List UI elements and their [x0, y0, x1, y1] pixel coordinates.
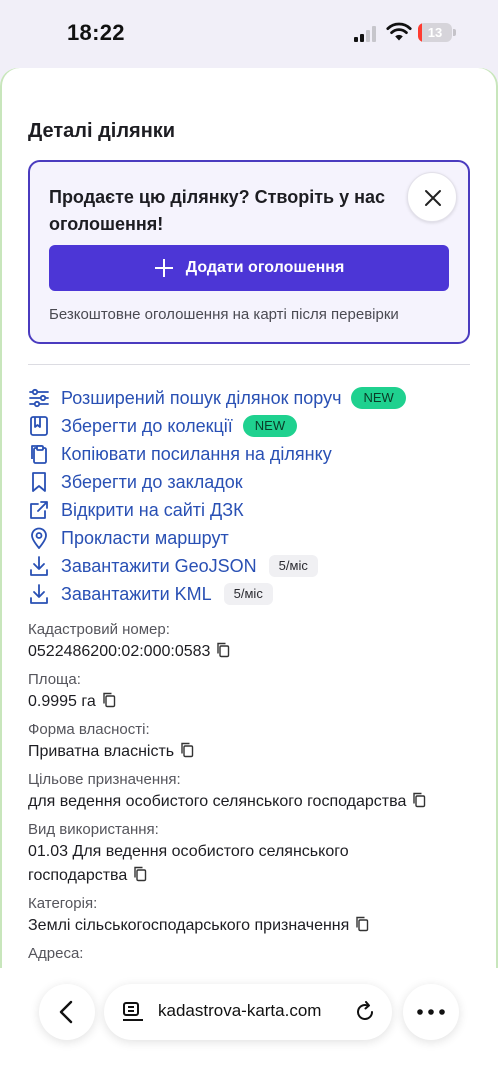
prop-value-cadastral: 0522486200:02:000:0583: [28, 640, 488, 664]
chevron-left-icon: [59, 1000, 73, 1024]
action-label: Розширений пошук ділянок поруч: [61, 387, 342, 408]
cadastral-number: 0522486200:02:000:0583: [28, 643, 211, 660]
prop-value-area: 0.9995 га: [28, 690, 488, 714]
plus-icon: [154, 259, 173, 277]
status-time: 18:22: [67, 20, 125, 45]
area-value: 0.9995 га: [28, 693, 96, 710]
more-button[interactable]: [403, 984, 459, 1040]
prop-label-ownership: Форма власності:: [28, 721, 150, 738]
section-title: Деталі ділянки: [28, 120, 176, 142]
prop-label-purpose: Цільове призначення:: [28, 771, 181, 788]
action-label: Відкрити на сайті ДЗК: [61, 499, 244, 520]
parcel-actions-list: Розширений пошук ділянок поруч NEW Збере…: [28, 384, 470, 608]
usage-value: 01.03 Для ведення особистого селянського…: [28, 843, 349, 884]
promo-text: Продаєте цю ділянку? Створіть у нас огол…: [49, 187, 386, 234]
add-listing-button[interactable]: Додати оголошення: [49, 245, 449, 291]
prop-label-usage: Вид використання:: [28, 821, 159, 838]
action-save-collection[interactable]: Зберегти до колекції NEW: [28, 412, 470, 440]
more-dots-icon: [417, 1009, 445, 1015]
prop-value-category: Землі сільськогосподарського призначення: [28, 914, 488, 938]
copy-icon[interactable]: [412, 792, 426, 808]
prop-value-ownership: Приватна власність: [28, 740, 488, 764]
sell-promo-banner: Продаєте цю ділянку? Створіть у нас огол…: [28, 160, 470, 344]
external-link-icon: [30, 501, 48, 519]
book-icon: [30, 416, 48, 436]
copy-icon[interactable]: [102, 692, 116, 708]
copy-icon[interactable]: [180, 742, 194, 758]
back-button[interactable]: [39, 984, 95, 1040]
status-bar: 18:22 13: [0, 0, 498, 68]
sliders-icon: [29, 388, 49, 408]
action-label: Прокласти маршрут: [61, 527, 229, 548]
download-icon: [30, 584, 48, 604]
limit-badge: 5/міс: [268, 555, 318, 577]
action-label: Зберегти до колекції: [61, 415, 233, 436]
close-promo-button[interactable]: [407, 172, 457, 222]
prop-value-usage: 01.03 Для ведення особистого селянського…: [28, 840, 388, 888]
prop-label-area: Площа:: [28, 671, 81, 688]
reload-icon[interactable]: [354, 1001, 376, 1023]
action-copy-link[interactable]: Копіювати посилання на ділянку: [28, 440, 470, 468]
divider: [28, 364, 470, 365]
cellular-signal-icon: [354, 26, 378, 42]
add-listing-label: Додати оголошення: [185, 259, 345, 276]
address-bar[interactable]: kadastrova-karta.com: [104, 984, 392, 1040]
action-label: Копіювати посилання на ділянку: [61, 443, 332, 464]
new-badge: NEW: [351, 387, 406, 409]
url-host: kadastrova-karta.com: [158, 1001, 322, 1020]
bookmark-icon: [32, 472, 46, 492]
battery-level: 13: [427, 25, 443, 40]
action-nearby-search[interactable]: Розширений пошук ділянок поруч NEW: [28, 384, 470, 412]
copy-icon[interactable]: [216, 642, 230, 658]
action-bookmark[interactable]: Зберегти до закладок: [28, 468, 470, 496]
action-route[interactable]: Прокласти маршрут: [28, 524, 470, 552]
action-download-kml[interactable]: Завантажити KML 5/міс: [28, 580, 470, 608]
prop-label-address: Адреса:: [28, 945, 84, 962]
limit-badge: 5/міс: [223, 583, 273, 605]
battery-icon: 13: [418, 23, 456, 42]
prop-value-purpose: для ведення особистого селянського госпо…: [28, 790, 488, 814]
copy-icon[interactable]: [355, 916, 369, 932]
promo-note: Безкоштовне оголошення на карті після пе…: [49, 306, 399, 323]
download-icon: [30, 556, 48, 576]
map-pin-icon: [31, 527, 47, 549]
prop-label-cadastral: Кадастровий номер:: [28, 621, 170, 638]
ownership-value: Приватна власність: [28, 743, 175, 760]
action-label: Завантажити GeoJSON: [61, 555, 257, 576]
action-download-geojson[interactable]: Завантажити GeoJSON 5/міс: [28, 552, 470, 580]
page-menu-icon[interactable]: [122, 1002, 144, 1022]
new-badge: NEW: [242, 415, 298, 437]
browser-toolbar: kadastrova-karta.com: [0, 968, 498, 1080]
close-icon: [425, 190, 441, 206]
action-open-dzk[interactable]: Відкрити на сайті ДЗК: [28, 496, 470, 524]
parcel-properties: Кадастровий номер: 0522486200:02:000:058…: [28, 620, 488, 964]
copy-icon[interactable]: [133, 866, 147, 882]
purpose-value: для ведення особистого селянського госпо…: [28, 793, 407, 810]
parcel-details-sheet: Деталі ділянки Продаєте цю ділянку? Ство…: [0, 68, 498, 968]
clipboard-icon: [31, 445, 47, 464]
prop-label-category: Категорія:: [28, 895, 98, 912]
wifi-icon: [386, 22, 412, 41]
action-label: Завантажити KML: [61, 583, 212, 604]
category-value: Землі сільськогосподарського призначення: [28, 917, 350, 934]
action-label: Зберегти до закладок: [61, 471, 243, 492]
